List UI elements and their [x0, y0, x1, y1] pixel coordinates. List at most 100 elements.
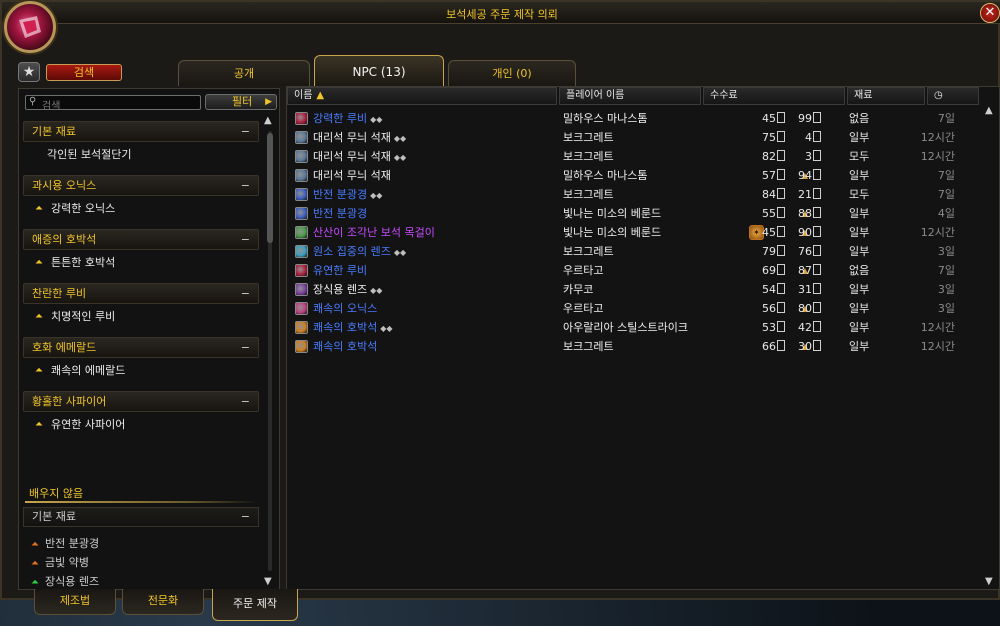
star-icon: ★ — [22, 64, 36, 80]
scroll-down-icon[interactable]: ▼ — [985, 576, 993, 587]
column-label: 이름 — [294, 90, 313, 101]
tab-npc[interactable]: NPC (13) — [314, 55, 444, 87]
favorites-star-button[interactable]: ★ — [18, 62, 40, 82]
item-icon — [295, 283, 308, 296]
order-row[interactable]: 반전 분광경 ▲ 빛나는 미소의 베룬드 55 88 일부 4일 — [293, 204, 983, 223]
column-header-fee[interactable]: 수수료 — [703, 87, 845, 105]
bottom-tab-crafting-orders[interactable]: 주문 제작 — [212, 589, 298, 621]
gold-coin-icon — [777, 131, 785, 142]
window-title: 보석세공 주문 제작 의뢰 — [446, 8, 558, 21]
gold-coin-icon — [777, 169, 785, 180]
recipe-search-input[interactable]: ⚲ 검색 — [25, 95, 201, 112]
gold-amount: 75 — [762, 131, 776, 144]
orders-list: 강력한 루비 ◆◆ 밀하우스 마나스톰 45 99 없음 7일 대리석 무늬 석재 ◆◆ 보크그레… — [293, 109, 983, 356]
chevron-right-icon: ▶ — [265, 97, 272, 107]
category-header[interactable]: 과시용 오닉스 − — [23, 175, 259, 196]
category-header[interactable]: 찬란한 루비 − — [23, 283, 259, 304]
order-row[interactable]: 원소 집중의 렌즈 ◆◆ 보크그레트 79 76 일부 3일 — [293, 242, 983, 261]
bottom-tab-specializations[interactable]: 전문화 — [122, 589, 204, 615]
category-header[interactable]: 기본 재료 − — [23, 121, 259, 142]
category-title: 찬란한 루비 — [32, 287, 87, 300]
bottom-tab-recipes[interactable]: 제조법 — [34, 589, 116, 615]
order-row[interactable]: 쾌속의 호박석 ◆◆ 아우랄리아 스틸스트라이크 53 42 일부 12시간 — [293, 318, 983, 337]
tab-personal[interactable]: 개인 (0) — [448, 60, 576, 86]
scroll-down-icon[interactable]: ▼ — [264, 576, 272, 587]
orders-scrollbar[interactable]: ▲ ▼ — [985, 105, 997, 587]
materials-status: 일부 — [849, 207, 870, 220]
player-name: 보크그레트 — [563, 188, 614, 201]
recipe-item[interactable]: ⏶ 치명적인 루비 — [23, 304, 259, 337]
column-header-materials[interactable]: 재료 — [847, 87, 925, 105]
filter-button[interactable]: 필터 ▶ — [205, 94, 277, 110]
order-row[interactable]: 장식용 렌즈 ◆◆ 카무코 54 31 일부 3일 — [293, 280, 983, 299]
order-row[interactable]: 반전 분광경 ◆◆ 보크그레트 84 21 모두 7일 — [293, 185, 983, 204]
item-name: 장식용 렌즈 ◆◆ — [313, 280, 382, 300]
category-header[interactable]: 애증의 호박석 − — [23, 229, 259, 250]
player-name: 보크그레트 — [563, 340, 614, 353]
item-name: 대리석 무늬 석재 ◆◆ — [313, 147, 406, 167]
filter-label: 필터 — [232, 95, 253, 108]
recipe-item[interactable]: ⏶ 튼튼한 호박석 — [23, 250, 259, 283]
item-icon — [295, 150, 308, 163]
time-remaining: 12시간 — [920, 131, 955, 144]
search-button[interactable]: 검색 — [46, 64, 122, 81]
fee-silver: 3 — [793, 147, 821, 166]
rank-chevron-icon: ⏶ — [35, 365, 43, 376]
close-button[interactable]: ✕ — [980, 3, 1000, 23]
order-row[interactable]: 쾌속의 호박석 ▲ 보크그레트 66 30 일부 12시간 — [293, 337, 983, 356]
order-row[interactable]: 강력한 루비 ◆◆ 밀하우스 마나스톰 45 99 없음 7일 — [293, 109, 983, 128]
fee-silver: 4 — [793, 128, 821, 147]
recipe-item[interactable]: ⏶ 유연한 사파이어 — [23, 412, 259, 445]
unlearned-item[interactable]: ⏶ 금빛 약병 — [31, 554, 89, 570]
column-header-time[interactable]: ◷ — [927, 87, 979, 105]
item-name: 쾌속의 호박석 ▲ — [313, 337, 808, 356]
sort-ascending-icon: ▲ — [316, 90, 325, 101]
category-title: 황홀한 사파이어 — [32, 395, 107, 408]
recipe-label: 치명적인 루비 — [51, 310, 116, 323]
column-header-player[interactable]: 플레이어 이름 — [559, 87, 701, 105]
quality-tier-icon: ◆◆ — [393, 134, 407, 143]
rank-chevron-icon: ⏶ — [35, 419, 43, 430]
item-icon — [295, 169, 308, 182]
column-header-name[interactable]: 이름 ▲ — [287, 87, 557, 105]
rank-chevron-icon: ⏶ — [35, 311, 43, 322]
silver-coin-icon — [813, 264, 821, 275]
materials-status: 일부 — [849, 131, 870, 144]
recipe-item[interactable]: ⏶ 쾌속의 에메랄드 — [23, 358, 259, 391]
unlearned-item[interactable]: ⏶ 장식용 렌즈 — [31, 573, 99, 589]
profession-portrait-icon — [4, 1, 56, 53]
order-row[interactable]: 대리석 무늬 석재 ◆◆ 보크그레트 82 3 모두 12시간 — [293, 147, 983, 166]
item-icon — [295, 245, 308, 258]
scroll-up-icon[interactable]: ▲ — [264, 115, 272, 126]
order-row[interactable]: 대리석 무늬 석재 ▲ 밀하우스 마나스톰 57 94 일부 7일 — [293, 166, 983, 185]
time-remaining: 3일 — [937, 283, 955, 296]
recipe-label: 쾌속의 에메랄드 — [51, 364, 126, 377]
quality-tier-icon: ◆◆ — [393, 248, 407, 257]
fee-gold: 79 — [753, 242, 785, 261]
recipe-item[interactable]: ⏶ 강력한 오닉스 — [23, 196, 259, 229]
gold-amount: 69 — [762, 264, 776, 277]
search-placeholder: 검색 — [42, 101, 61, 112]
unlearned-item[interactable]: ⏶ 반전 분광경 — [31, 535, 99, 551]
order-row[interactable]: 쾌속의 오닉스 ▲ 우르타고 56 80 일부 3일 — [293, 299, 983, 318]
tab-public[interactable]: 공개 — [178, 60, 310, 86]
category-title: 기본 재료 — [32, 510, 76, 523]
fee-gold: 45 — [753, 109, 785, 128]
order-row[interactable]: 유연한 루비 ▲ 우르타고 69 87 없음 7일 — [293, 261, 983, 280]
collapse-icon: − — [240, 510, 250, 523]
gold-coin-icon — [777, 283, 785, 294]
materials-status: 일부 — [849, 321, 870, 334]
unlearned-category-header[interactable]: 기본 재료 − — [23, 507, 259, 527]
item-name-text: 쾌속의 호박석 — [313, 321, 378, 334]
order-row[interactable]: 대리석 무늬 석재 ◆◆ 보크그레트 75 4 일부 12시간 — [293, 128, 983, 147]
player-name: 우르타고 — [563, 264, 604, 277]
left-scrollbar[interactable]: ▲ ▼ — [264, 115, 275, 587]
category-header[interactable]: 호화 에메랄드 − — [23, 337, 259, 358]
recipe-item[interactable]: 각인된 보석절단기 — [23, 142, 259, 175]
rank-chevron-icon: ⏶ — [35, 257, 43, 268]
scroll-thumb[interactable] — [267, 133, 273, 243]
scroll-up-icon[interactable]: ▲ — [985, 105, 993, 116]
order-row[interactable]: 산산이 조각난 보석 목걸이 ▲ 빛나는 미소의 베룬드 ✦ 45 90 일부 12시간 — [293, 223, 983, 242]
category-header[interactable]: 황홀한 사파이어 − — [23, 391, 259, 412]
player-name: 우르타고 — [563, 302, 604, 315]
